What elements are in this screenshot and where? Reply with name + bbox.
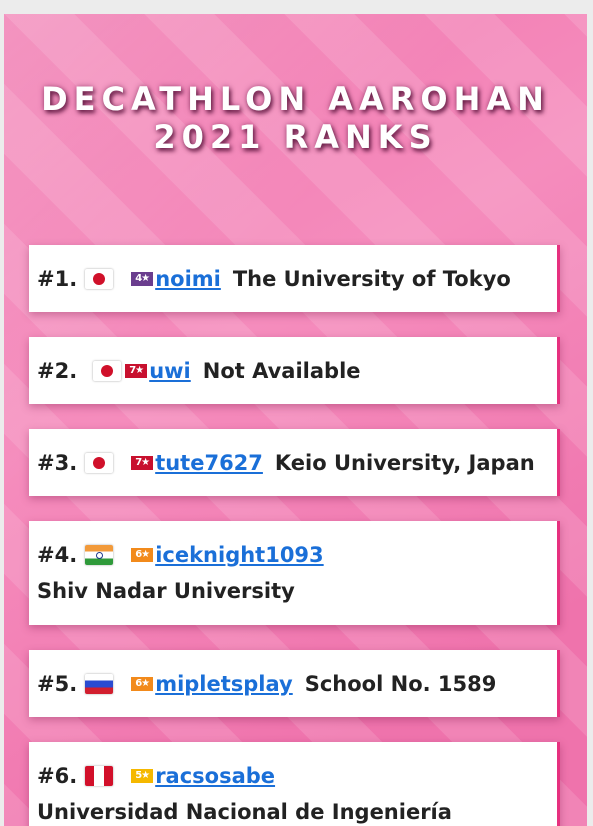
title-line-2: 2021 RANKS xyxy=(153,118,438,156)
russia-flag-icon xyxy=(85,674,114,694)
rating-star-icon: 7★ xyxy=(131,456,154,470)
peru-flag-icon xyxy=(85,766,114,786)
rank-card: #1. 4★ noimi The University of Tokyo xyxy=(29,245,560,312)
rating-star-icon: 7★ xyxy=(125,364,148,378)
title-line-1: DECATHLON AAROHAN xyxy=(41,80,550,118)
rank-card: #2. 7★ uwi Not Available xyxy=(29,337,560,404)
rating-star-icon: 6★ xyxy=(131,548,154,562)
rank-number: #1. xyxy=(37,267,78,291)
user-handle-link[interactable]: mipletsplay xyxy=(155,672,293,696)
rank-card: #3. 7★ tute7627 Keio University, Japan xyxy=(29,429,560,496)
rating-star-icon: 6★ xyxy=(131,677,154,691)
rank-number: #2. xyxy=(37,359,78,383)
user-handle-link[interactable]: iceknight1093 xyxy=(155,543,323,567)
school-name: School No. 1589 xyxy=(304,672,497,696)
japan-flag-icon xyxy=(93,361,122,381)
user-handle-link[interactable]: tute7627 xyxy=(155,451,263,475)
india-flag-icon xyxy=(85,545,114,565)
user-handle-link[interactable]: racsosabe xyxy=(155,764,275,788)
ranks-page: DECATHLON AAROHAN 2021 RANKS #1. 4★ noim… xyxy=(4,14,587,826)
school-name: The University of Tokyo xyxy=(232,267,511,291)
rank-card: #6. 5★ racsosabe Universidad Nacional de… xyxy=(29,742,560,826)
rating-star-icon: 4★ xyxy=(131,272,154,286)
school-name: Not Available xyxy=(202,359,361,383)
school-name: Keio University, Japan xyxy=(274,451,535,475)
user-handle-link[interactable]: noimi xyxy=(155,267,221,291)
rank-number: #5. xyxy=(37,672,78,696)
rank-card: #5. 6★ mipletsplay School No. 1589 xyxy=(29,650,560,717)
japan-flag-icon xyxy=(85,269,114,289)
page-title: DECATHLON AAROHAN 2021 RANKS xyxy=(4,80,587,156)
school-name: Shiv Nadar University xyxy=(37,579,295,603)
rating-star-icon: 5★ xyxy=(131,769,154,783)
rank-number: #6. xyxy=(37,764,78,788)
japan-flag-icon xyxy=(85,453,114,473)
rank-number: #3. xyxy=(37,451,78,475)
school-name: Universidad Nacional de Ingeniería xyxy=(37,800,452,824)
rank-card: #4. 6★ iceknight1093 Shiv Nadar Universi… xyxy=(29,521,560,625)
rank-number: #4. xyxy=(37,543,78,567)
user-handle-link[interactable]: uwi xyxy=(149,359,191,383)
